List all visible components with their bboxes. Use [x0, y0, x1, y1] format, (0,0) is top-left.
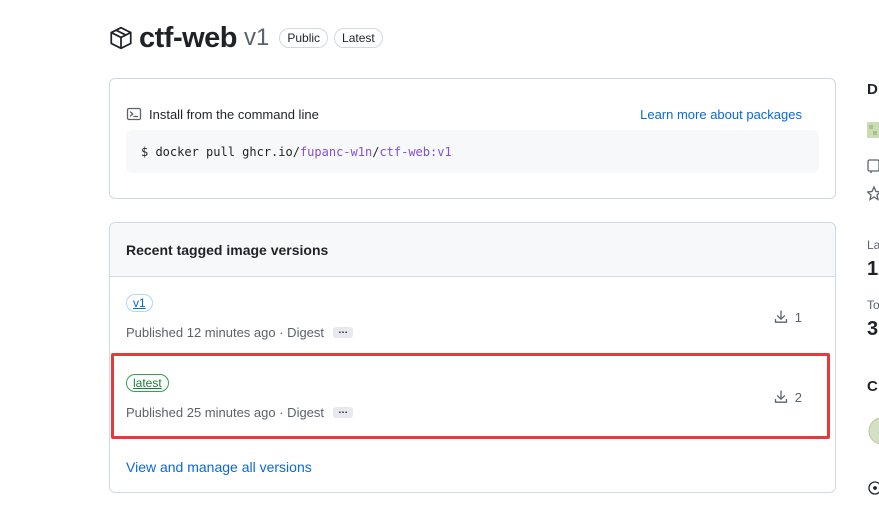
- install-title: Install from the command line: [149, 106, 319, 122]
- repo-icon: [867, 158, 879, 179]
- avatar-icon: [867, 416, 879, 451]
- version-tag[interactable]: v1: [126, 294, 153, 312]
- cmd-separator: /: [372, 144, 380, 159]
- cmd-prefix: $ docker pull ghcr.io/: [141, 144, 300, 159]
- cmd-owner: fupanc-w1n: [299, 144, 373, 159]
- sidebar-heading: D: [867, 81, 878, 98]
- circle-icon: [867, 480, 879, 501]
- latest-badge: Latest: [334, 28, 383, 48]
- sidebar-label: To: [867, 298, 879, 312]
- sidebar-number: 3: [867, 318, 879, 340]
- sidebar-number: 12: [867, 258, 879, 280]
- public-badge: Public: [279, 28, 329, 48]
- docker-pull-command[interactable]: $ docker pull ghcr.io/fupanc-w1n / ctf-web…: [126, 130, 819, 173]
- package-header: ctf-web v1 Public Latest: [108, 18, 383, 58]
- published-text: Published 12 minutes ago: [126, 325, 276, 340]
- package-icon: [108, 25, 134, 51]
- avatar-icon: [867, 122, 879, 143]
- sidebar-heading: C: [867, 378, 878, 395]
- sidebar-label: La: [867, 238, 879, 252]
- download-icon: [773, 309, 789, 325]
- view-all-versions-link[interactable]: View and manage all versions: [126, 459, 312, 475]
- package-version: v1: [244, 24, 270, 51]
- digest-expand-button[interactable]: …: [333, 325, 354, 338]
- highlight-box: [111, 353, 830, 439]
- package-name: ctf-web: [139, 21, 238, 54]
- right-sidebar-partial: D La 12 To 3 C: [867, 0, 879, 511]
- versions-title: Recent tagged image versions: [110, 223, 835, 277]
- cmd-image: ctf-web:v1: [379, 144, 452, 159]
- install-panel: Install from the command line Learn more…: [109, 78, 836, 199]
- digest-label: · Digest: [279, 325, 325, 340]
- download-count: 1: [773, 309, 802, 325]
- terminal-icon: [126, 106, 142, 122]
- download-number: 1: [794, 309, 802, 325]
- star-icon: [867, 185, 879, 206]
- learn-more-link[interactable]: Learn more about packages: [640, 107, 802, 122]
- version-row: v1 Published 12 minutes ago · Digest … 1: [110, 277, 835, 357]
